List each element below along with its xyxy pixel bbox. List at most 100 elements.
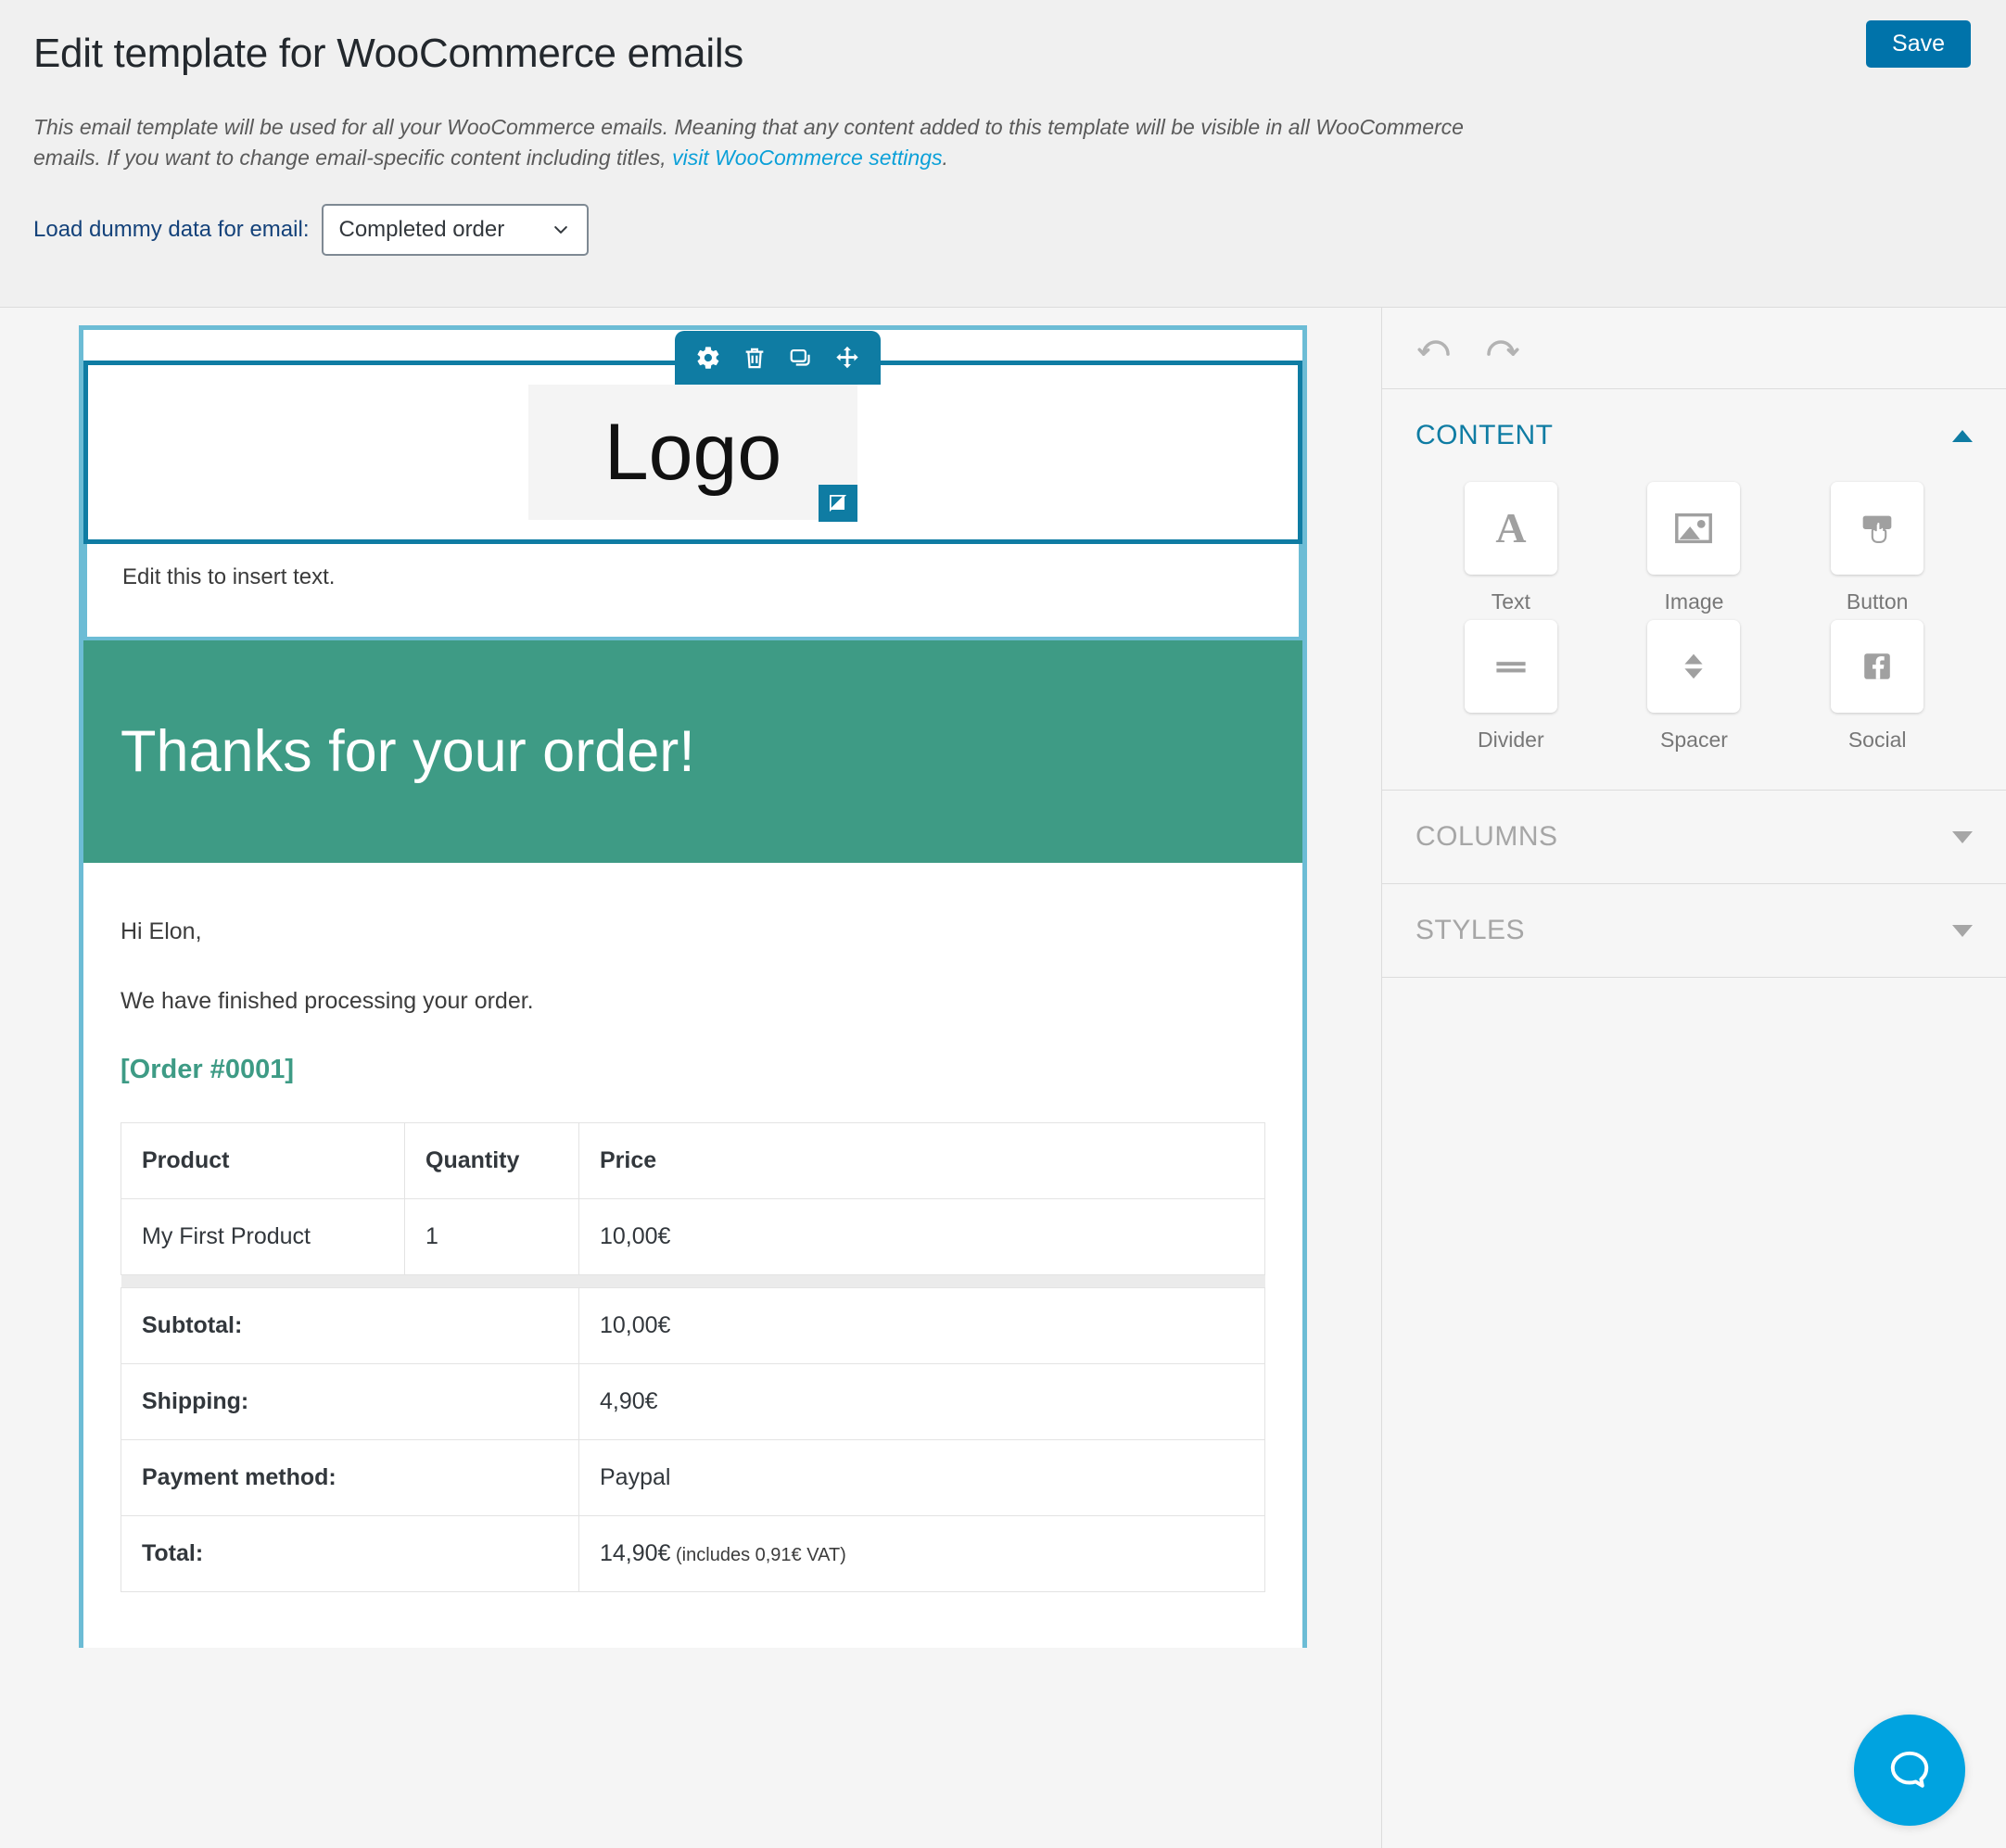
table-header-row: Product Quantity Price bbox=[121, 1123, 1265, 1199]
content-widget-grid: A Text Image bbox=[1382, 482, 2006, 790]
panel-columns-header[interactable]: COLUMNS bbox=[1382, 791, 2006, 883]
button-cursor-icon bbox=[1856, 507, 1898, 550]
email-body: Hi Elon, We have finished processing you… bbox=[83, 863, 1302, 1648]
widget-divider[interactable]: Divider bbox=[1419, 620, 1603, 753]
email-editor-canvas: Logo Edit this to insert text. Thanks bbox=[0, 308, 1381, 1848]
logo-image-block[interactable]: Logo bbox=[83, 361, 1302, 544]
undo-arrow-icon[interactable] bbox=[1416, 329, 1454, 368]
image-icon bbox=[1672, 507, 1715, 550]
total-label-shipping: Shipping: bbox=[121, 1364, 579, 1440]
redo-arrow-icon[interactable] bbox=[1482, 329, 1521, 368]
text-block-content: Edit this to insert text. bbox=[122, 564, 1263, 590]
save-button[interactable]: Save bbox=[1866, 20, 1971, 68]
widget-divider-tile bbox=[1465, 620, 1557, 713]
total-amount: 14,90€ bbox=[600, 1540, 670, 1566]
intro-text: We have finished processing your order. bbox=[121, 986, 1265, 1017]
total-label-subtotal: Subtotal: bbox=[121, 1288, 579, 1364]
column-header-product: Product bbox=[121, 1123, 405, 1199]
panel-columns: COLUMNS bbox=[1382, 791, 2006, 884]
table-row: My First Product 1 10,00€ bbox=[121, 1199, 1265, 1275]
gear-icon[interactable] bbox=[692, 341, 725, 374]
page-title: Edit template for WooCommerce emails bbox=[33, 28, 1973, 79]
column-header-quantity: Quantity bbox=[405, 1123, 579, 1199]
duplicate-icon[interactable] bbox=[784, 341, 818, 374]
facebook-icon bbox=[1856, 645, 1898, 688]
widget-social[interactable]: Social bbox=[1785, 620, 1969, 753]
widget-social-label: Social bbox=[1848, 728, 1907, 753]
widget-text-tile: A bbox=[1465, 482, 1557, 575]
table-row: Subtotal: 10,00€ bbox=[121, 1288, 1265, 1364]
widget-button[interactable]: Button bbox=[1785, 482, 1969, 614]
dummy-data-select[interactable]: Completed order bbox=[322, 204, 589, 256]
total-value-total: 14,90€ (includes 0,91€ VAT) bbox=[579, 1516, 1265, 1592]
widget-spacer-tile bbox=[1647, 620, 1740, 713]
cell-quantity: 1 bbox=[405, 1199, 579, 1275]
widget-social-tile bbox=[1831, 620, 1923, 713]
panel-content-header[interactable]: CONTENT bbox=[1382, 389, 2006, 482]
widget-divider-label: Divider bbox=[1478, 728, 1544, 753]
trash-icon[interactable] bbox=[738, 341, 771, 374]
chevron-down-icon bbox=[552, 221, 570, 239]
order-table-body: My First Product 1 10,00€ Subtotal: 10,0… bbox=[121, 1199, 1265, 1592]
table-spacer-row bbox=[121, 1275, 1265, 1288]
chat-support-button[interactable] bbox=[1854, 1715, 1965, 1826]
table-row: Total: 14,90€ (includes 0,91€ VAT) bbox=[121, 1516, 1265, 1592]
total-value-shipping: 4,90€ bbox=[579, 1364, 1265, 1440]
edit-image-icon[interactable] bbox=[819, 485, 857, 522]
editor-sidebar: CONTENT A Text bbox=[1381, 308, 2006, 1848]
chevron-down-icon bbox=[1952, 925, 1973, 937]
move-arrows-icon[interactable] bbox=[831, 341, 864, 374]
logo-placeholder: Logo bbox=[528, 385, 857, 520]
panel-columns-title: COLUMNS bbox=[1416, 821, 1558, 853]
widget-spacer[interactable]: Spacer bbox=[1603, 620, 1786, 753]
chat-bubble-icon bbox=[1884, 1744, 1936, 1796]
page-description: This email template will be used for all… bbox=[33, 112, 1517, 172]
dummy-data-selected-value: Completed order bbox=[338, 217, 504, 243]
page-header: Edit template for WooCommerce emails Sav… bbox=[0, 0, 2006, 308]
description-text-part2: . bbox=[943, 146, 948, 170]
text-block[interactable]: Edit this to insert text. bbox=[83, 544, 1302, 640]
table-spacer-cell bbox=[121, 1275, 1265, 1288]
block-toolbar bbox=[675, 331, 881, 385]
logo-text: Logo bbox=[604, 412, 781, 492]
spacer-arrows-icon bbox=[1671, 644, 1716, 689]
panel-styles: STYLES bbox=[1382, 884, 2006, 978]
widget-button-tile bbox=[1831, 482, 1923, 575]
order-table-head: Product Quantity Price bbox=[121, 1123, 1265, 1199]
cell-product: My First Product bbox=[121, 1199, 405, 1275]
total-value-payment-method: Paypal bbox=[579, 1440, 1265, 1516]
total-label-payment-method: Payment method: bbox=[121, 1440, 579, 1516]
workspace: Logo Edit this to insert text. Thanks bbox=[0, 308, 2006, 1848]
table-row: Shipping: 4,90€ bbox=[121, 1364, 1265, 1440]
greeting-text: Hi Elon, bbox=[121, 917, 1265, 947]
letter-a-icon: A bbox=[1486, 503, 1536, 553]
total-value-subtotal: 10,00€ bbox=[579, 1288, 1265, 1364]
panel-styles-header[interactable]: STYLES bbox=[1382, 884, 2006, 977]
widget-image[interactable]: Image bbox=[1603, 482, 1786, 614]
widget-spacer-label: Spacer bbox=[1660, 728, 1728, 753]
panel-content: CONTENT A Text bbox=[1382, 389, 2006, 791]
widget-text[interactable]: A Text bbox=[1419, 482, 1603, 614]
column-header-price: Price bbox=[579, 1123, 1265, 1199]
panel-styles-title: STYLES bbox=[1416, 915, 1525, 946]
cell-price: 10,00€ bbox=[579, 1199, 1265, 1275]
panel-content-title: CONTENT bbox=[1416, 420, 1554, 451]
divider-lines-icon bbox=[1489, 644, 1533, 689]
woocommerce-settings-link[interactable]: visit WooCommerce settings bbox=[672, 146, 942, 170]
dummy-data-label: Load dummy data for email: bbox=[33, 217, 309, 243]
chevron-up-icon bbox=[1952, 430, 1973, 442]
widget-image-tile bbox=[1647, 482, 1740, 575]
email-banner[interactable]: Thanks for your order! bbox=[83, 640, 1302, 863]
chevron-down-icon bbox=[1952, 831, 1973, 843]
banner-heading: Thanks for your order! bbox=[121, 723, 695, 781]
dummy-data-row: Load dummy data for email: Completed ord… bbox=[33, 204, 1973, 256]
svg-text:A: A bbox=[1495, 504, 1526, 551]
widget-text-label: Text bbox=[1492, 589, 1530, 614]
history-bar bbox=[1382, 308, 2006, 389]
widget-button-label: Button bbox=[1847, 589, 1909, 614]
vat-note: (includes 0,91€ VAT) bbox=[670, 1545, 845, 1565]
table-row: Payment method: Paypal bbox=[121, 1440, 1265, 1516]
total-label-total: Total: bbox=[121, 1516, 579, 1592]
order-table: Product Quantity Price My First Product … bbox=[121, 1122, 1265, 1592]
order-heading: [Order #0001] bbox=[121, 1055, 1265, 1085]
